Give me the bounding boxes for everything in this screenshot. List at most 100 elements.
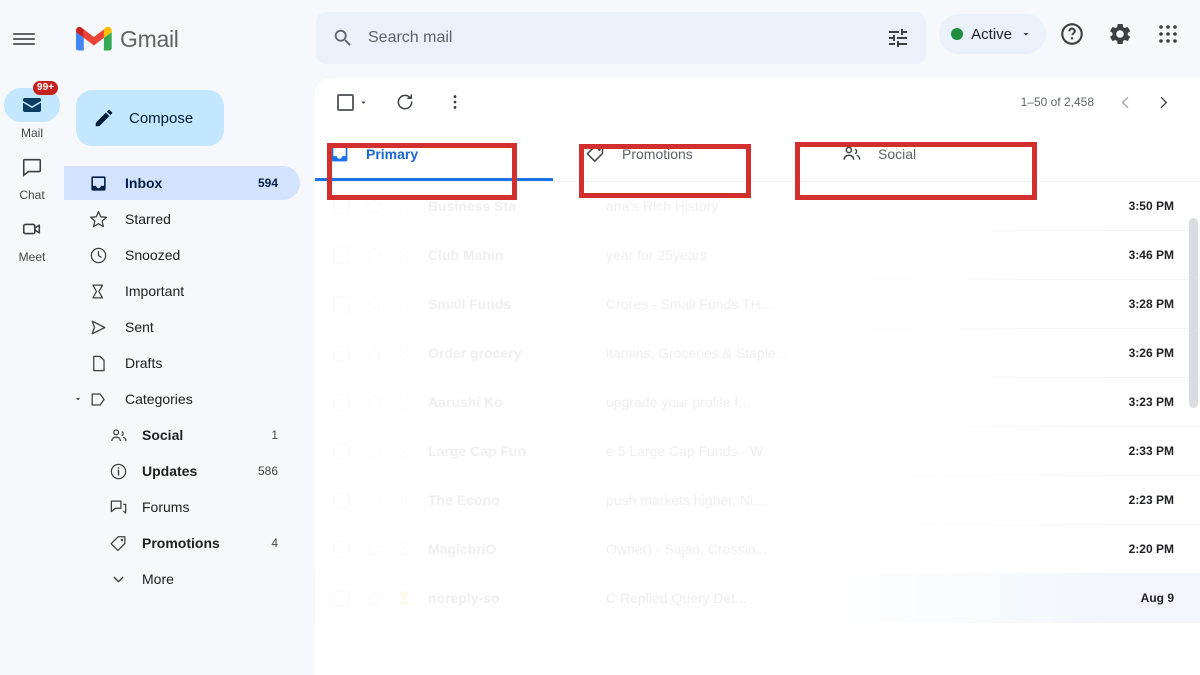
sidebar-item-label: Promotions bbox=[142, 535, 220, 551]
header-actions: Active bbox=[939, 12, 1190, 56]
more-vert-icon bbox=[453, 95, 457, 109]
gmail-logo-icon bbox=[76, 26, 112, 51]
email-sender: MagicbriO bbox=[428, 541, 497, 557]
email-subject: Crores - Small Funds TH... bbox=[606, 296, 773, 312]
hamburger-icon[interactable] bbox=[0, 15, 48, 63]
important-icon[interactable] bbox=[396, 344, 414, 362]
email-subject: e 5 Large Cap Funds - W bbox=[606, 443, 764, 459]
important-icon[interactable] bbox=[396, 540, 414, 558]
list-scrollbar[interactable] bbox=[1189, 218, 1198, 408]
select-all-checkbox[interactable] bbox=[333, 90, 373, 115]
label-icon bbox=[88, 389, 108, 409]
next-page-button[interactable] bbox=[1146, 85, 1180, 119]
email-sender: Aarushi Ko bbox=[428, 394, 503, 410]
gear-icon[interactable] bbox=[1098, 12, 1142, 56]
important-icon[interactable] bbox=[396, 246, 414, 264]
sidebar-item-more[interactable]: More bbox=[64, 562, 300, 596]
sidebar-item-social[interactable]: Social 1 bbox=[64, 418, 300, 452]
tab-label: Primary bbox=[366, 145, 419, 162]
more-options-button[interactable] bbox=[437, 84, 473, 120]
row-checkbox[interactable] bbox=[333, 246, 350, 264]
tune-icon[interactable] bbox=[886, 26, 910, 50]
prev-page-button[interactable] bbox=[1108, 85, 1142, 119]
table-row[interactable]: The Econo push markets higher, Ni... 2:2… bbox=[315, 476, 1200, 525]
important-icon[interactable] bbox=[396, 197, 414, 215]
gmail-app: Gmail Active bbox=[0, 0, 1200, 675]
forum-icon bbox=[108, 497, 128, 517]
important-icon[interactable] bbox=[396, 295, 414, 313]
table-row[interactable]: Order grocery itamins, Groceries & Stapl… bbox=[315, 329, 1200, 378]
help-icon[interactable] bbox=[1050, 12, 1094, 56]
star-icon[interactable] bbox=[364, 294, 384, 314]
star-icon[interactable] bbox=[364, 196, 384, 216]
table-row[interactable]: Small Funds Crores - Small Funds TH... 3… bbox=[315, 280, 1200, 329]
compose-button[interactable]: Compose bbox=[76, 90, 224, 146]
star-icon[interactable] bbox=[364, 245, 384, 265]
star-icon[interactable] bbox=[364, 392, 384, 412]
sidebar-item-label: Starred bbox=[125, 211, 171, 227]
tab-social[interactable]: Social bbox=[827, 126, 1083, 181]
sidebar-item-sent[interactable]: Sent bbox=[64, 310, 300, 344]
sidebar-item-promotions[interactable]: Promotions 4 bbox=[64, 526, 300, 560]
chevron-right-icon bbox=[1160, 96, 1167, 108]
row-checkbox[interactable] bbox=[333, 197, 350, 215]
sidebar-item-starred[interactable]: Starred bbox=[64, 202, 300, 236]
app-rail: 99+ Mail Chat Meet bbox=[0, 78, 64, 675]
sidebar-item-categories[interactable]: Categories bbox=[64, 382, 300, 416]
search-input[interactable] bbox=[368, 29, 886, 47]
sidebar-item-inbox[interactable]: Inbox 594 bbox=[64, 166, 300, 200]
table-row[interactable]: noreply-so C Replied Query Det... Aug 9 bbox=[315, 574, 1200, 623]
email-subject: C Replied Query Det... bbox=[606, 590, 747, 606]
important-icon[interactable] bbox=[396, 491, 414, 509]
rail-item-mail[interactable]: 99+ Mail bbox=[3, 81, 61, 144]
status-badge[interactable]: Active bbox=[939, 14, 1046, 54]
sidebar-item-forums[interactable]: Forums bbox=[64, 490, 300, 524]
email-time: 2:20 PM bbox=[1128, 542, 1174, 556]
table-row[interactable]: MagicbriO Owner) - Sajan, Crossin... 2:2… bbox=[315, 525, 1200, 574]
table-row[interactable]: Club Mahin year for 25years 3:46 PM bbox=[315, 231, 1200, 280]
row-checkbox[interactable] bbox=[333, 344, 350, 362]
clock-icon bbox=[88, 245, 108, 265]
rail-item-meet[interactable]: Meet bbox=[3, 210, 61, 268]
meet-icon bbox=[22, 223, 41, 235]
sidebar-item-drafts[interactable]: Drafts bbox=[64, 346, 300, 380]
row-checkbox[interactable] bbox=[333, 540, 350, 558]
star-icon[interactable] bbox=[364, 588, 384, 608]
app-header: Gmail Active bbox=[0, 0, 1200, 78]
sidebar-item-important[interactable]: Important bbox=[64, 274, 300, 308]
sidebar-item-updates[interactable]: Updates 586 bbox=[64, 454, 300, 488]
rail-item-chat[interactable]: Chat bbox=[3, 148, 61, 206]
important-icon[interactable] bbox=[396, 393, 414, 411]
email-time: 3:23 PM bbox=[1128, 395, 1174, 409]
table-row[interactable]: Aarushi Ko upgrade your profile f... 3:2… bbox=[315, 378, 1200, 427]
star-icon[interactable] bbox=[364, 441, 384, 461]
star-icon[interactable] bbox=[364, 490, 384, 510]
row-checkbox[interactable] bbox=[333, 393, 350, 411]
email-sender: Large Cap Fun bbox=[428, 443, 527, 459]
star-icon[interactable] bbox=[364, 343, 384, 363]
row-checkbox[interactable] bbox=[333, 442, 350, 460]
sidebar-item-snoozed[interactable]: Snoozed bbox=[64, 238, 300, 272]
row-checkbox[interactable] bbox=[333, 589, 350, 607]
table-row[interactable]: Business Sta ana's Rich History 3:50 PM bbox=[315, 182, 1200, 231]
search-bar[interactable] bbox=[316, 12, 926, 64]
star-icon[interactable] bbox=[364, 539, 384, 559]
status-dot-icon bbox=[951, 28, 964, 40]
refresh-button[interactable] bbox=[387, 84, 423, 120]
gmail-brand[interactable]: Gmail bbox=[76, 25, 179, 53]
table-row[interactable]: Large Cap Fun e 5 Large Cap Funds - W 2:… bbox=[315, 427, 1200, 476]
list-toolbar: 1–50 of 2,458 bbox=[315, 78, 1200, 126]
chevron-down-icon bbox=[108, 569, 128, 589]
rail-item-label: Mail bbox=[20, 126, 43, 140]
email-subject: itamins, Groceries & Staple... bbox=[606, 345, 788, 361]
apps-grid-icon[interactable] bbox=[1146, 12, 1190, 56]
row-checkbox[interactable] bbox=[333, 295, 350, 313]
tab-primary[interactable]: Primary bbox=[315, 126, 571, 181]
row-checkbox[interactable] bbox=[333, 491, 350, 509]
important-icon[interactable] bbox=[396, 589, 414, 607]
send-icon bbox=[88, 317, 108, 337]
email-sender: Club Mahin bbox=[428, 247, 504, 263]
inbox-icon bbox=[331, 145, 348, 162]
important-icon[interactable] bbox=[396, 442, 414, 460]
tab-promotions[interactable]: Promotions bbox=[571, 126, 827, 181]
